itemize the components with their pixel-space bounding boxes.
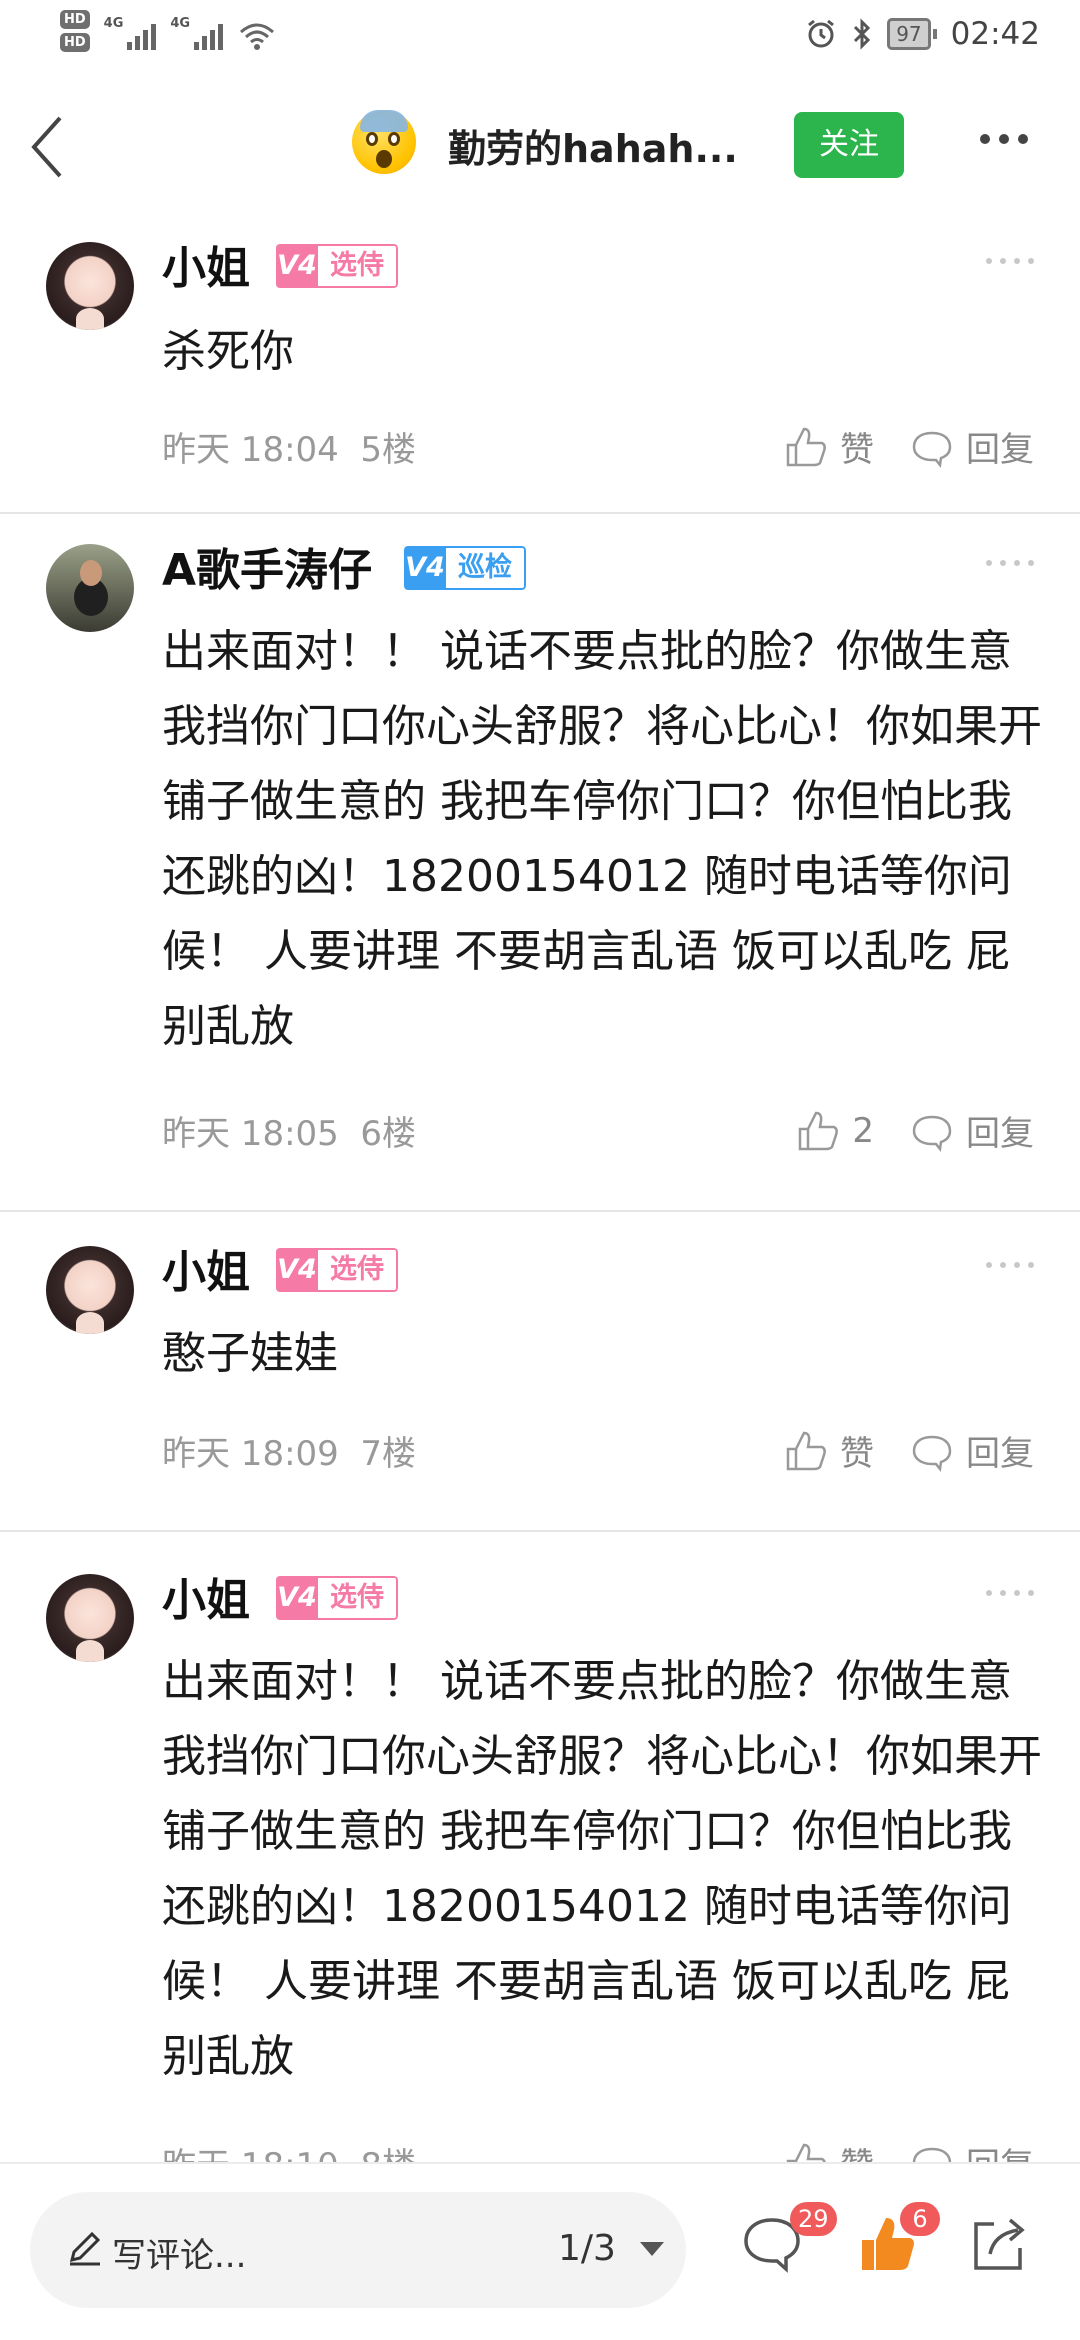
comment-actions: 赞 回复 [784,422,1034,471]
comment-options-icon[interactable] [986,560,1034,566]
rank-label: 选侍 [318,244,398,288]
reply-button[interactable]: 回复 [966,2138,1034,2162]
like-button[interactable]: 赞 [840,2138,874,2162]
network-type-1: 4G [103,16,124,31]
comment-placeholder: 写评论... [112,2236,247,2276]
status-left: HD HD 4G 4G [60,10,275,52]
comment-floor: 8楼 [360,2146,416,2162]
level-label: V4 [276,244,318,288]
page-indicator[interactable]: 1/3 [558,2228,616,2269]
reply-icon[interactable] [910,425,954,469]
like-icon[interactable] [784,2141,828,2163]
level-badge: V4 选侍 [276,1576,398,1620]
dropdown-icon[interactable] [640,2242,664,2256]
comment-floor: 5楼 [360,430,417,470]
follow-button[interactable]: 关注 [794,112,904,178]
comment-options-icon[interactable] [986,258,1034,264]
signal-group-1: 4G [104,10,157,50]
reply-button[interactable]: 回复 [966,1106,1034,1155]
avatar[interactable] [46,1574,134,1662]
clock: 02:42 [950,16,1040,52]
comment-item: 小姐 V4 选侍 出来面对！！ 说话不要点批的脸？你做生意我挡你门口你心头舒服？… [0,1532,1080,2162]
comment-floor: 6楼 [360,1114,417,1154]
hd-badge-1: HD [60,10,90,29]
level-badge: V4 选侍 [276,244,398,288]
reply-icon[interactable] [910,1109,954,1153]
comment-options-icon[interactable] [986,1590,1034,1596]
scream-emoji-icon [352,110,416,174]
like-icon[interactable] [784,425,828,469]
comment-item: 小姐 V4 选侍 杀死你 昨天 18:04 5楼 赞 回复 [0,222,1080,514]
comment-actions: 赞 回复 [784,2138,1034,2162]
comment-text: 杀死你 [162,326,294,377]
level-label: V4 [276,1248,318,1292]
level-badge: V4 选侍 [276,1248,398,1292]
level-label: V4 [404,546,446,590]
comment-actions: 2 回复 [796,1106,1034,1155]
author-name[interactable]: A歌手涛仔 [162,534,372,598]
comment-text: 出来面对！！ 说话不要点批的脸？你做生意我挡你门口你心头舒服？将心比心！你如果开… [162,1656,1042,2082]
comment-time: 昨天 18:10 [162,2146,339,2162]
comment-actions: 赞 回复 [784,1426,1034,1475]
more-icon[interactable] [980,134,1028,144]
battery-level: 97 [887,18,931,50]
author-name[interactable]: 小姐 [162,1564,250,1628]
comment-meta: 昨天 18:04 5楼 [162,422,416,471]
network-type-2: 4G [170,16,191,31]
comment-meta: 昨天 18:10 8楼 [162,2138,416,2162]
comment-time: 昨天 18:05 [162,1114,339,1154]
comment-input[interactable]: 写评论... 1/3 [30,2192,686,2308]
alarm-icon [808,19,835,48]
like-button[interactable]: 赞 [840,1426,874,1475]
back-icon[interactable] [28,112,68,182]
hd-badge-2: HD [60,33,90,52]
bottom-bar: 写评论... 1/3 29 6 [0,2162,1080,2340]
rank-label: 选侍 [318,1248,398,1292]
reply-button[interactable]: 回复 [966,1426,1034,1475]
battery-icon: 97 [887,18,937,50]
comment-text: 出来面对！！ 说话不要点批的脸？你做生意我挡你门口你心头舒服？将心比心！你如果开… [162,626,1042,1052]
level-badge: V4 巡检 [404,546,526,590]
reply-icon[interactable] [910,1429,954,1473]
like-icon[interactable] [784,1429,828,1473]
top-nav: 勤劳的hahah... 关注 [0,72,1080,222]
status-right: 97 02:42 [805,16,1040,52]
comment-floor: 7楼 [360,1434,417,1474]
avatar[interactable] [46,242,134,330]
bluetooth-icon [854,18,871,50]
wifi-icon [240,23,275,50]
avatar[interactable] [46,1246,134,1334]
comment-text: 憨子娃娃 [162,1328,338,1379]
comment-time: 昨天 18:04 [162,430,339,470]
signal-group-2: 4G [170,10,224,50]
share-icon[interactable] [968,2214,1028,2274]
hd-indicators: HD HD [60,10,90,52]
pencil-icon [69,2231,101,2266]
comment-item: A歌手涛仔 V4 巡检 出来面对！！ 说话不要点批的脸？你做生意我挡你门口你心头… [0,514,1080,1212]
signal-icon [194,20,224,50]
comment-count-badge: 29 [790,2202,837,2236]
comment-options-icon[interactable] [986,1262,1034,1268]
thread-author-title[interactable]: 勤劳的hahah... [448,118,748,173]
comment-meta: 昨天 18:09 7楼 [162,1426,416,1475]
like-count-badge: 6 [900,2202,940,2236]
comment-list[interactable]: 小姐 V4 选侍 杀死你 昨天 18:04 5楼 赞 回复 A歌手涛仔 V4 巡… [0,222,1080,2162]
avatar[interactable] [46,544,134,632]
signal-icon [127,20,157,50]
author-name[interactable]: 小姐 [162,232,250,296]
reply-button[interactable]: 回复 [966,422,1034,471]
author-name[interactable]: 小姐 [162,1236,250,1300]
level-label: V4 [276,1576,318,1620]
rank-label: 选侍 [318,1576,398,1620]
like-icon[interactable] [796,1109,840,1153]
like-button[interactable]: 赞 [840,422,874,471]
status-bar: HD HD 4G 4G 97 02:42 [0,0,1080,72]
comment-meta: 昨天 18:05 6楼 [162,1106,416,1155]
comment-item: 小姐 V4 选侍 憨子娃娃 昨天 18:09 7楼 赞 回复 [0,1212,1080,1532]
rank-label: 巡检 [446,546,526,590]
like-count[interactable]: 2 [852,1111,874,1151]
comment-time: 昨天 18:09 [162,1434,339,1474]
reply-icon[interactable] [910,2141,954,2163]
